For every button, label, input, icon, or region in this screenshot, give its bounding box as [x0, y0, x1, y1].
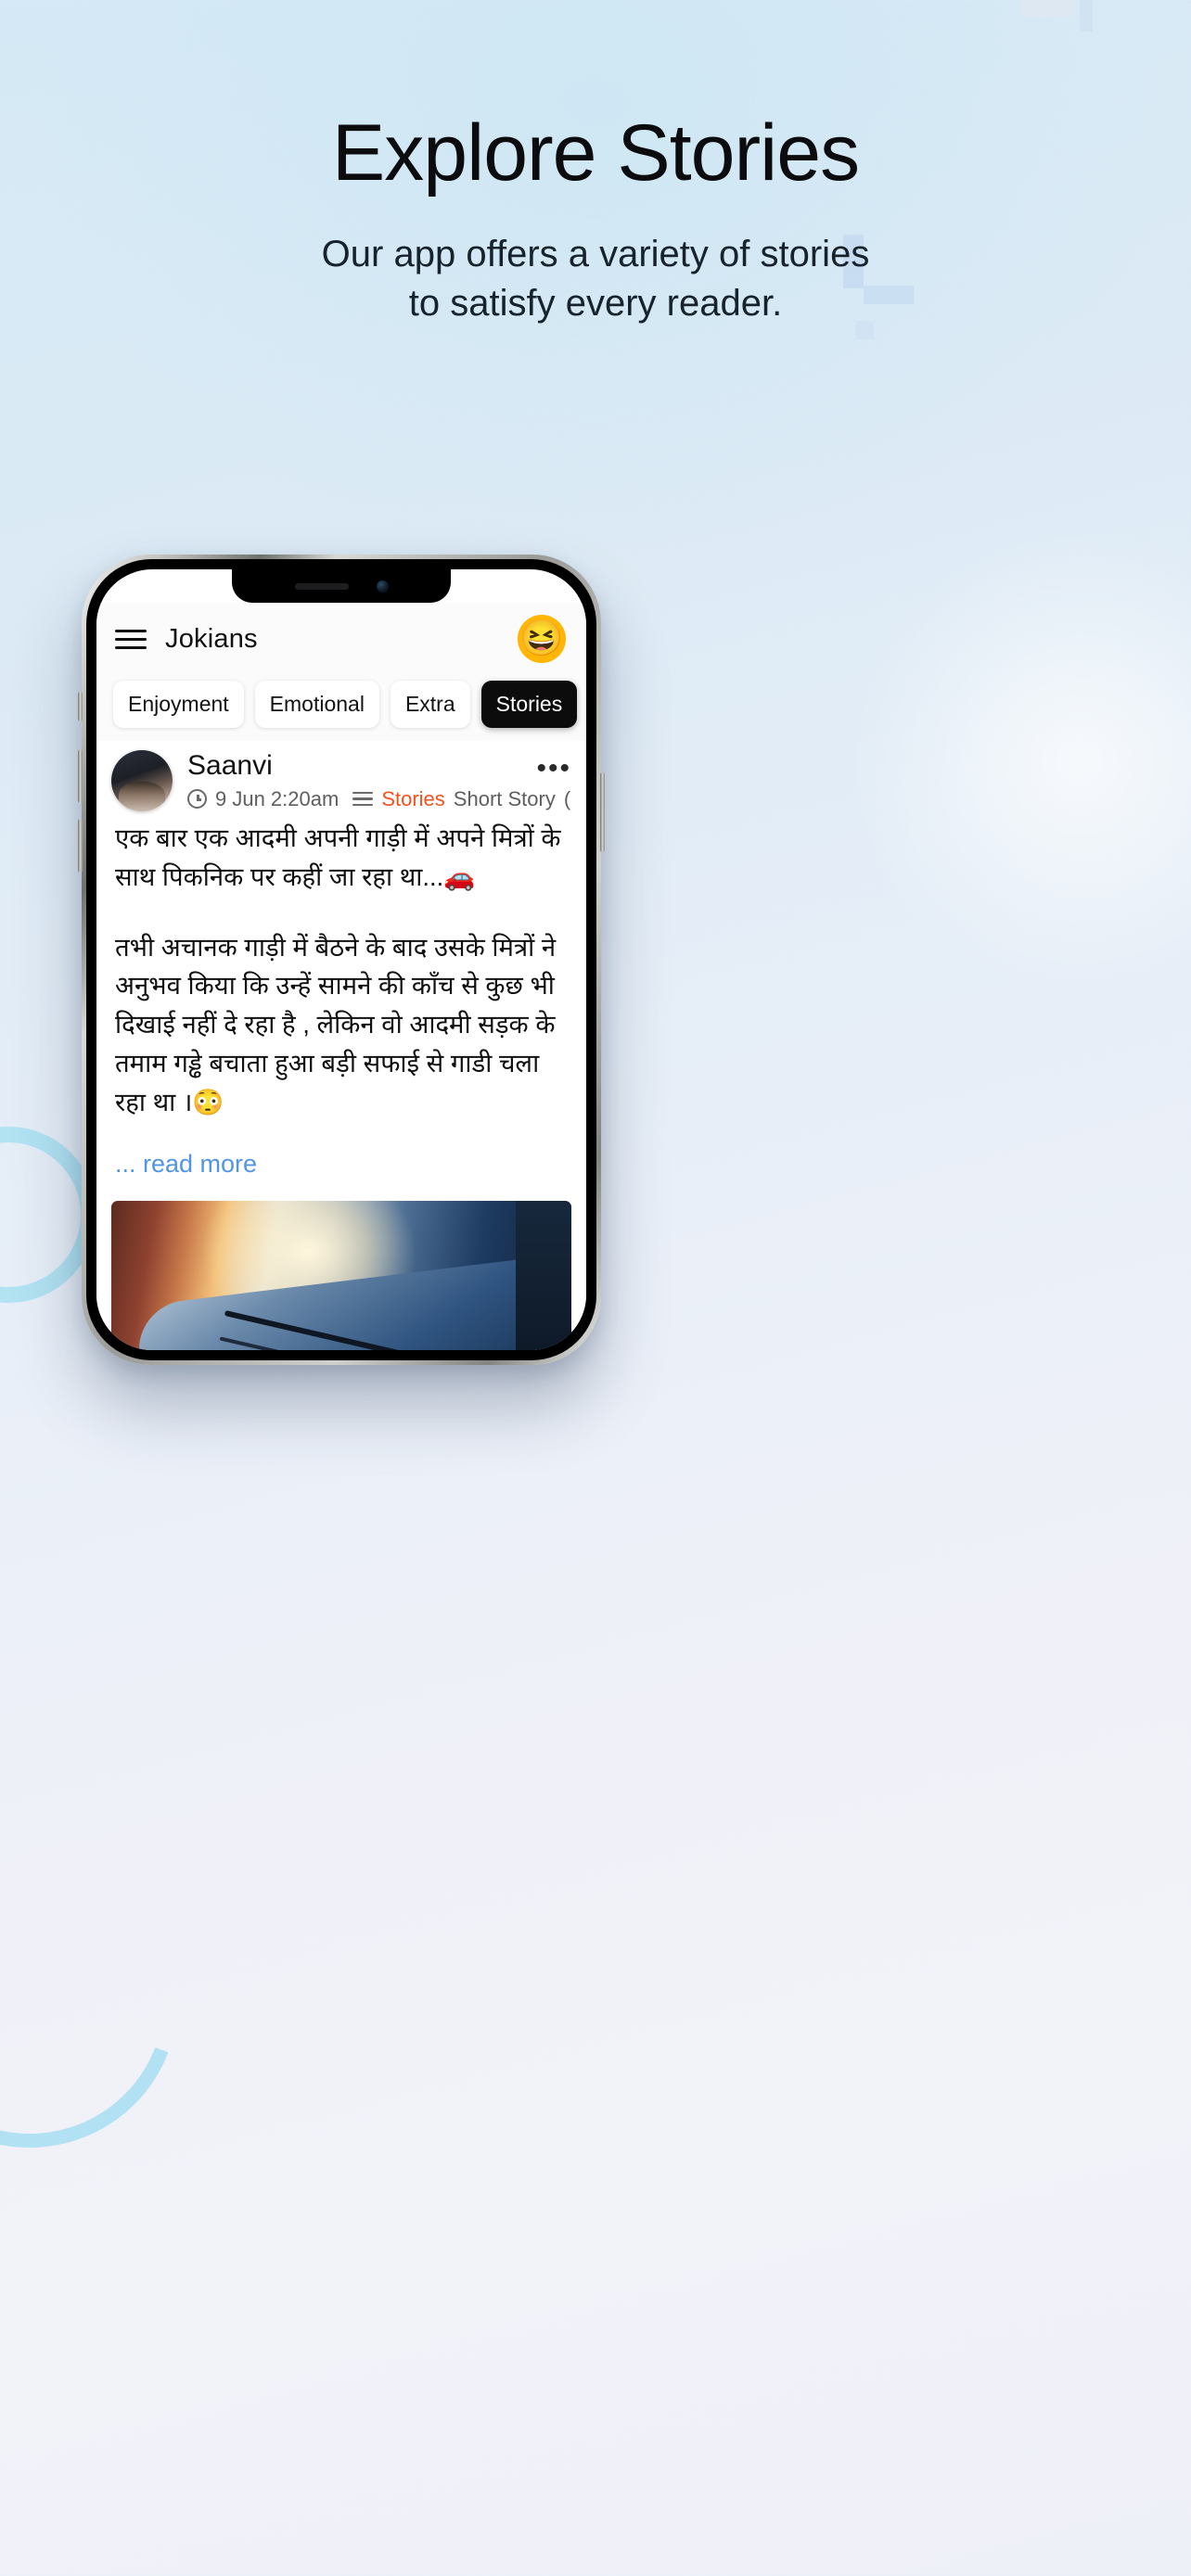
page-subtitle-line-2: to satisfy every reader.: [408, 283, 783, 325]
decorative-arc-bottom: [0, 1803, 226, 2196]
phone-power-button: [600, 772, 605, 852]
hamburger-menu-icon[interactable]: [115, 629, 147, 649]
read-more-link[interactable]: ... read more: [96, 1122, 586, 1184]
post-image[interactable]: [111, 1200, 571, 1350]
post-options-button[interactable]: •••: [536, 750, 571, 783]
tab-extra[interactable]: Extra: [390, 681, 470, 728]
page-subtitle-line-1: Our app offers a variety of stories: [321, 234, 870, 275]
post-image-pillar: [516, 1200, 571, 1350]
post-author-row: Saanvi •••: [187, 750, 571, 783]
phone-notch: [232, 569, 451, 603]
post-paragraph-1: एक बार एक आदमी अपनी गाड़ी में अपने मित्र…: [115, 823, 561, 891]
avatar[interactable]: 😆: [518, 615, 566, 663]
app-title: Jokians: [165, 623, 258, 654]
page-title: Explore Stories: [331, 108, 860, 198]
phone-volume-down: [78, 819, 83, 873]
post-paragraph-2: तभी अचानक गाड़ी में बैठने के बाद उसके मि…: [115, 932, 557, 1116]
front-camera-icon: [376, 580, 389, 593]
phone-mockup: Jokians 😆 Enjoyment Emotional Extra Stor…: [78, 555, 605, 1365]
phone-screen: Jokians 😆 Enjoyment Emotional Extra Stor…: [96, 569, 586, 1350]
post-subcategory-extra: (: [563, 786, 571, 810]
clock-icon: [187, 789, 207, 809]
post-author-avatar[interactable]: [111, 750, 173, 811]
post-subcategory[interactable]: Short Story: [454, 787, 556, 811]
post-timestamp: 9 Jun 2:20am: [215, 786, 339, 810]
post-body: एक बार एक आदमी अपनी गाड़ी में अपने मित्र…: [96, 811, 586, 1122]
page-subtitle: Our app offers a variety of stories to s…: [0, 230, 1191, 328]
hero-section: Explore Stories Our app offers a variety…: [0, 0, 1191, 328]
list-icon: [352, 791, 374, 807]
earpiece-speaker: [294, 582, 349, 590]
post-card: Saanvi ••• 9 Jun 2:20am Stories Short St…: [96, 741, 586, 1350]
background-glow: [839, 519, 1191, 1001]
phone-bezel: Jokians 😆 Enjoyment Emotional Extra Stor…: [86, 559, 596, 1360]
category-tabs: Enjoyment Emotional Extra Stories: [96, 675, 586, 741]
post-category[interactable]: Stories: [381, 787, 444, 811]
app-header: Jokians 😆: [96, 603, 586, 675]
post-meta: Saanvi ••• 9 Jun 2:20am Stories Short St…: [187, 750, 571, 811]
tab-enjoyment[interactable]: Enjoyment: [113, 681, 244, 728]
post-subline: 9 Jun 2:20am Stories Short Story (: [187, 787, 571, 811]
tab-stories[interactable]: Stories: [480, 681, 578, 728]
post-author-name[interactable]: Saanvi: [187, 750, 273, 783]
tab-emotional[interactable]: Emotional: [254, 681, 379, 728]
phone-volume-up: [78, 749, 83, 803]
phone-mute-switch: [78, 692, 83, 721]
phone-frame: Jokians 😆 Enjoyment Emotional Extra Stor…: [78, 555, 605, 1365]
post-header: Saanvi ••• 9 Jun 2:20am Stories Short St…: [96, 741, 586, 811]
